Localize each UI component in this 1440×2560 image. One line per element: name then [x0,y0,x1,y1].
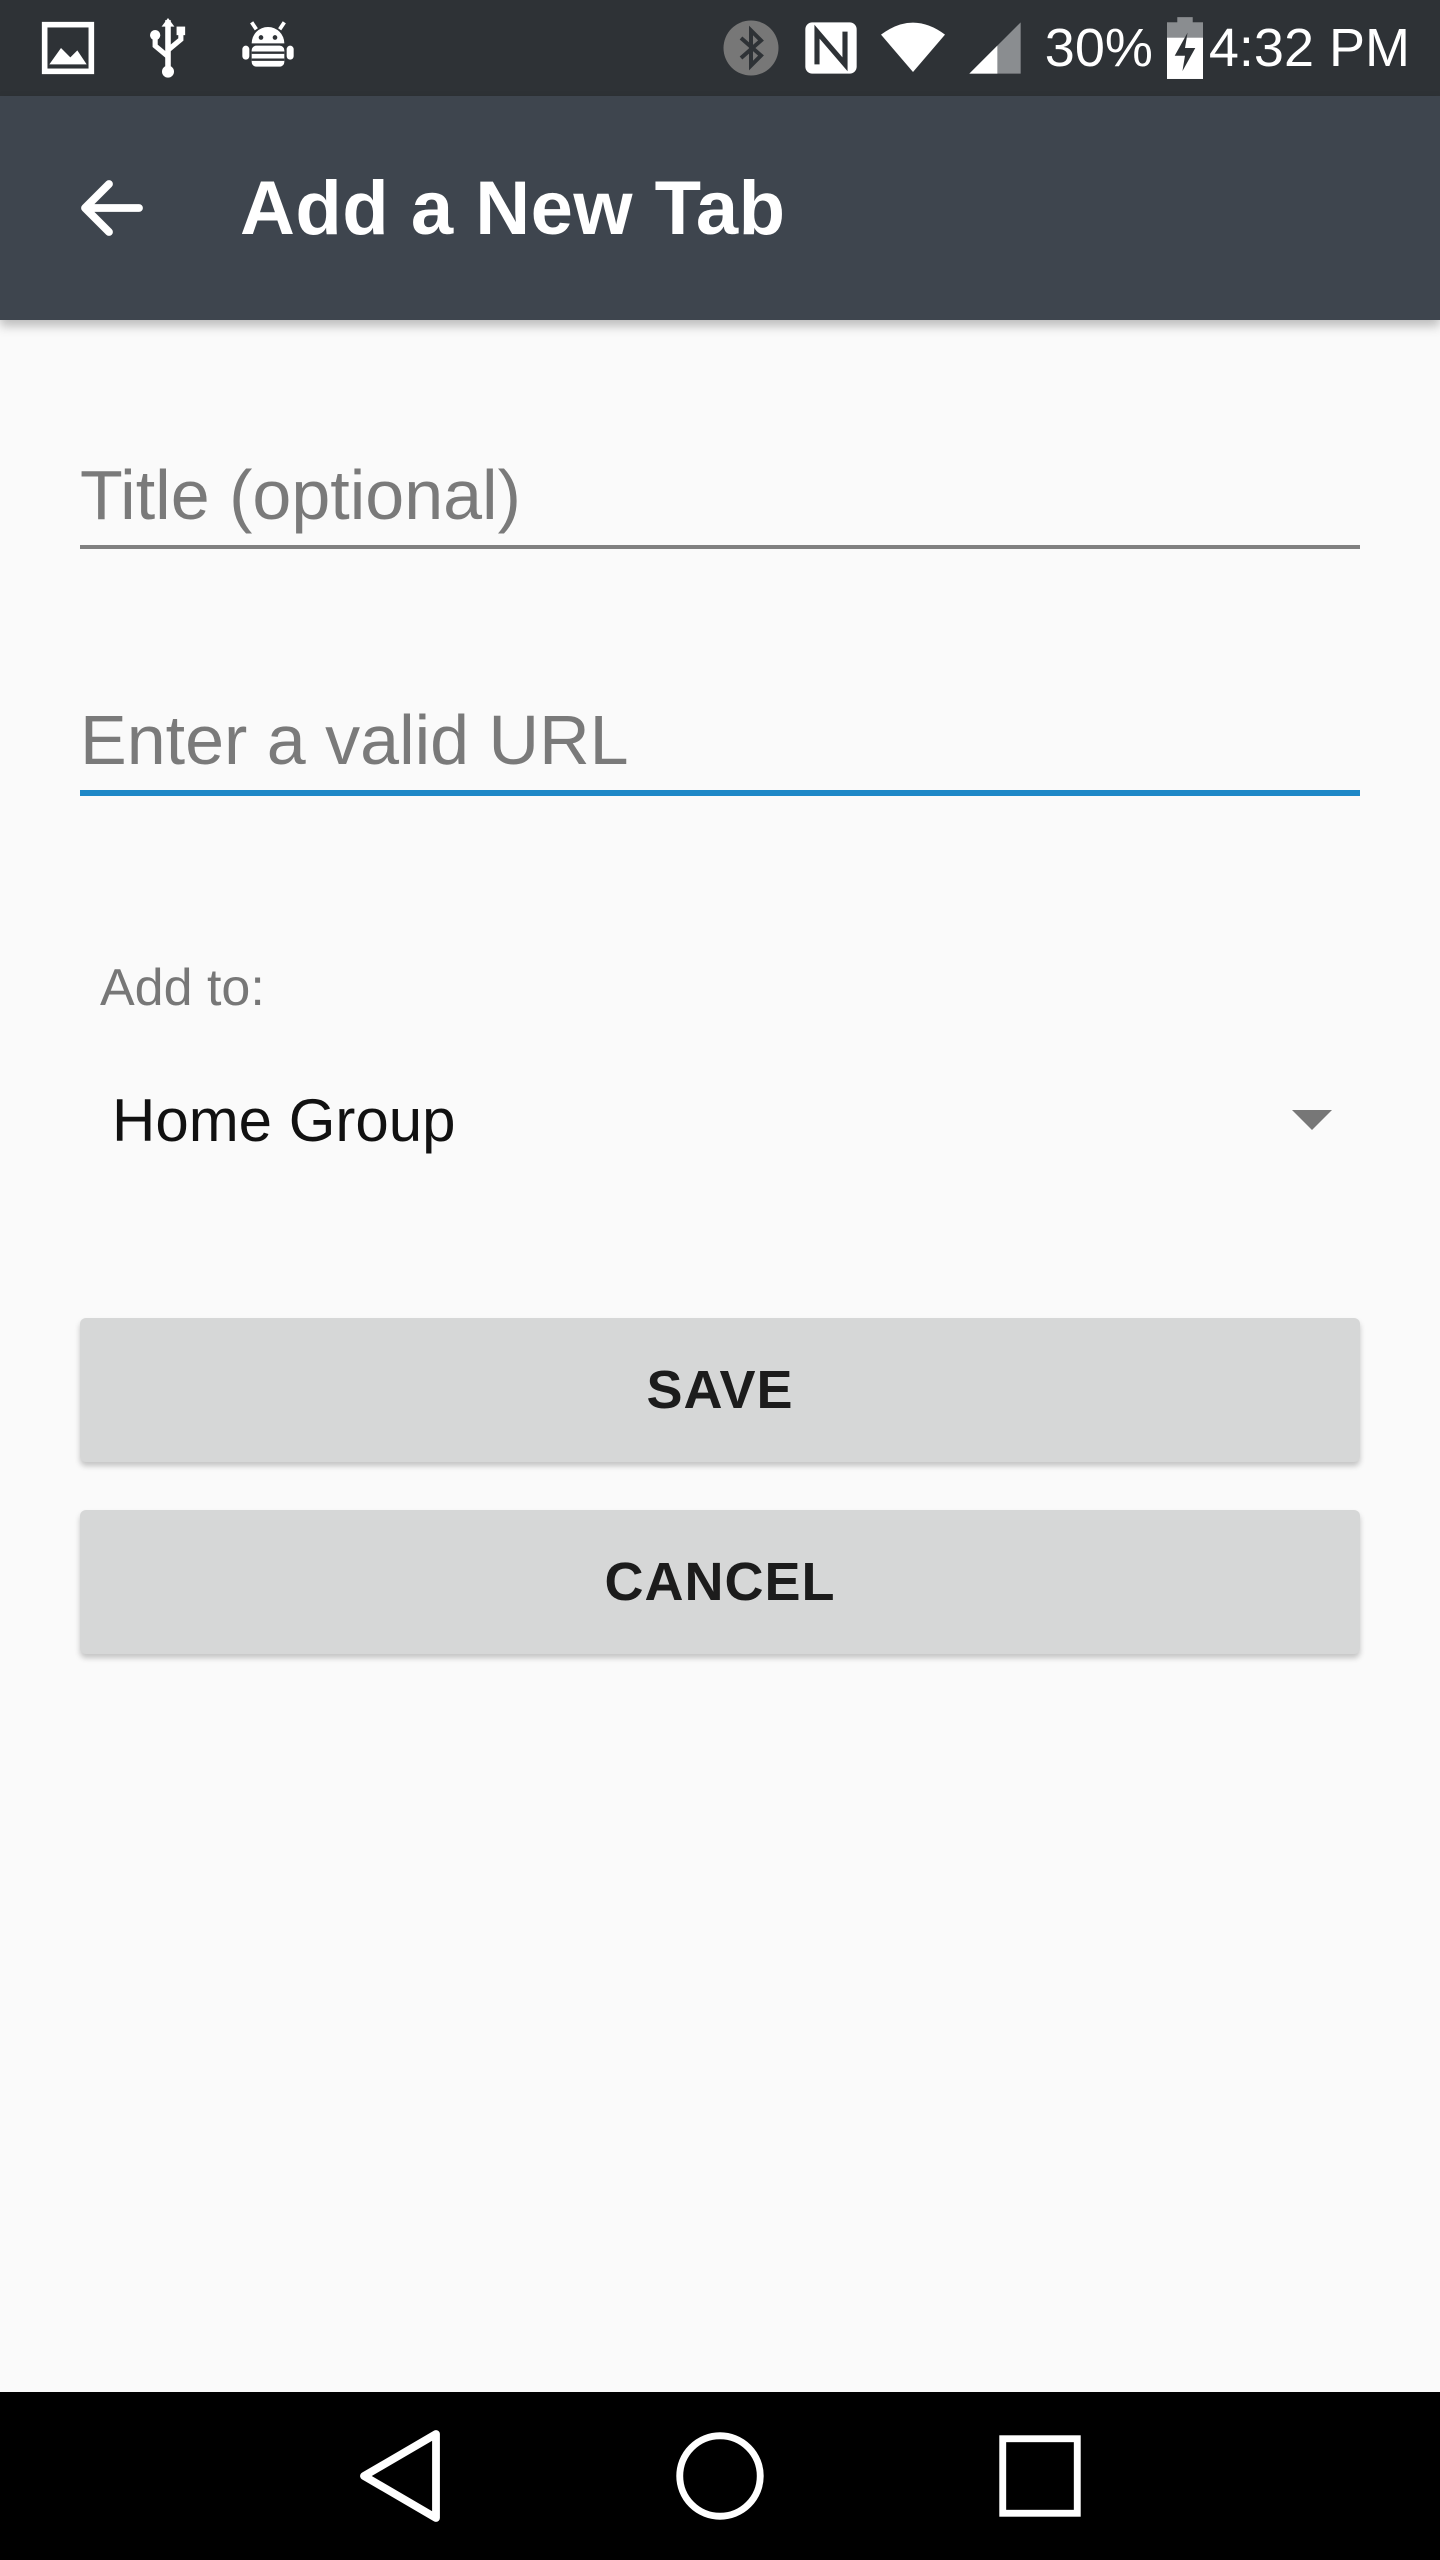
nav-recents-icon [999,2435,1081,2517]
battery-charging-icon [1166,17,1203,79]
navigation-bar [0,2392,1440,2560]
title-field-container [80,445,1360,549]
back-button[interactable] [52,148,172,268]
save-button[interactable]: SAVE [80,1318,1360,1462]
clock: 4:32 PM [1208,18,1410,78]
title-input[interactable] [80,445,1360,545]
nav-home-icon [676,2432,764,2520]
arrow-back-icon [81,180,143,236]
nav-back-button[interactable] [320,2396,480,2556]
status-left [40,18,346,78]
cell-signal-icon [967,20,1023,76]
wifi-icon [880,20,945,76]
nav-recents-button[interactable] [960,2396,1120,2556]
app-bar: Add a New Tab [0,96,1440,320]
add-to-label: Add to: [100,959,265,1017]
cancel-button[interactable]: CANCEL [80,1510,1360,1654]
status-bar: 30% 4:32 PM [0,0,1440,96]
bluetooth-icon [721,18,781,78]
page-title: Add a New Tab [240,165,786,251]
usb-icon [146,18,190,78]
nav-back-icon [360,2430,440,2522]
dropdown-arrow-icon [1290,1108,1334,1132]
android-debug-icon [240,20,296,76]
group-spinner[interactable]: Home Group [80,1060,1360,1180]
group-spinner-value: Home Group [112,1086,456,1154]
title-input-underline [80,545,1360,549]
nfc-icon [803,20,859,76]
battery-percent: 30% [1044,18,1153,78]
url-input-underline [80,790,1360,796]
url-input[interactable] [80,690,1360,790]
image-icon [40,20,96,76]
url-field-container [80,690,1360,796]
nav-home-button[interactable] [640,2396,800,2556]
status-right: 30% 4:32 PM [699,17,1410,79]
